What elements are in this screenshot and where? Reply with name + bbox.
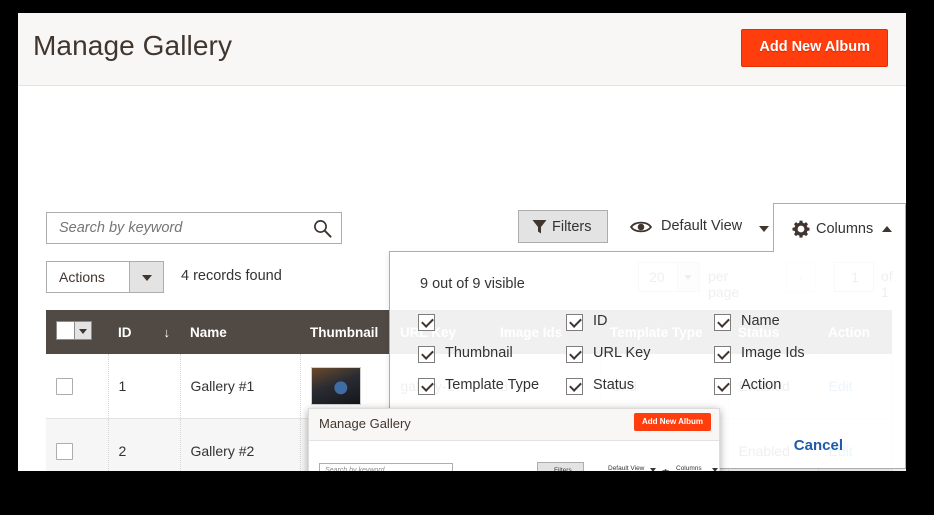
sort-desc-icon: ↓ <box>163 324 171 340</box>
inset-add-new-album-button[interactable]: Add New Album <box>633 413 711 431</box>
gear-icon <box>792 220 810 243</box>
inset-page-header: Manage Gallery Add New Album <box>309 409 719 441</box>
screenshot-root: Manage Gallery Add New Album Actions 4 r… <box>0 0 934 515</box>
columns-column-1: Thumbnail Template Type <box>418 312 578 408</box>
checkbox-checked-icon[interactable] <box>566 314 583 331</box>
cancel-link[interactable]: Cancel <box>794 437 843 454</box>
column-toggle-thumbnail[interactable]: Thumbnail <box>418 344 578 376</box>
header-id[interactable]: ID ↓ <box>108 310 180 354</box>
columns-column-3: Name Image Ids Action <box>714 312 874 408</box>
row-checkbox[interactable] <box>56 377 73 395</box>
content-area: Actions 4 records found Filters Default … <box>18 86 906 471</box>
column-toggle-name[interactable]: Name <box>714 312 874 344</box>
column-toggle-blank[interactable] <box>418 312 578 344</box>
actions-caret-box[interactable] <box>129 262 163 292</box>
filters-button[interactable]: Filters <box>518 210 608 243</box>
page-title: Manage Gallery <box>33 30 233 61</box>
checkbox-checked-icon[interactable] <box>566 378 583 395</box>
funnel-icon <box>544 467 552 471</box>
row-name: Gallery #1 <box>180 354 301 419</box>
row-id: 2 <box>108 418 181 471</box>
search-input[interactable] <box>59 213 304 243</box>
add-new-album-button[interactable]: Add New Album <box>741 29 888 67</box>
eye-icon <box>629 220 653 239</box>
checkbox-checked-icon[interactable] <box>714 314 731 331</box>
inset-default-view-control[interactable]: Default View <box>593 465 656 471</box>
filters-label: Filters <box>552 219 592 235</box>
column-toggle-template-type[interactable]: Template Type <box>418 376 578 408</box>
chevron-down-icon <box>142 275 152 281</box>
inset-preview-screenshot: Manage Gallery Add New Album Search by k… <box>308 408 720 471</box>
app-panel: Manage Gallery Add New Album Actions 4 r… <box>18 13 906 471</box>
column-toggle-status[interactable]: Status <box>566 376 726 408</box>
column-toggle-image-ids[interactable]: Image Ids <box>714 344 874 376</box>
columns-column-2: ID URL Key Status <box>566 312 726 408</box>
column-toggle-action[interactable]: Action <box>714 376 874 408</box>
page-header: Manage Gallery Add New Album <box>18 13 906 86</box>
checkbox-checked-icon[interactable] <box>566 346 583 363</box>
inset-filters-label: Filters <box>554 467 572 471</box>
columns-button[interactable]: Columns <box>773 203 906 252</box>
columns-visible-count: 9 out of 9 visible <box>420 276 525 292</box>
column-toggle-label: ID <box>593 313 608 329</box>
search-icon <box>439 467 448 471</box>
column-toggle-label: Template Type <box>445 377 540 393</box>
inset-default-view-label: Default View <box>608 465 645 471</box>
column-toggle-label: Name <box>741 313 780 329</box>
checkbox-checked-icon[interactable] <box>418 378 435 395</box>
row-checkbox[interactable] <box>56 442 73 460</box>
inset-columns-label: Columns <box>676 465 702 471</box>
columns-label: Columns <box>816 221 874 237</box>
chevron-down-icon <box>650 468 656 471</box>
search-box[interactable] <box>46 212 342 244</box>
column-toggle-label: Image Ids <box>741 345 805 361</box>
select-all-caret-box[interactable] <box>74 322 91 339</box>
inset-content-area: Search by keyword Actions 4 records foun… <box>309 441 719 471</box>
checkbox-checked-icon[interactable] <box>714 378 731 395</box>
inset-search-placeholder: Search by keyword <box>325 467 385 471</box>
header-id-label: ID <box>118 324 132 340</box>
select-all-dropdown[interactable] <box>56 321 92 340</box>
column-toggle-id[interactable]: ID <box>566 312 726 344</box>
chevron-down-icon <box>79 329 87 334</box>
checkbox-checked-icon[interactable] <box>714 346 731 363</box>
row-checkbox-cell[interactable] <box>46 354 109 419</box>
inset-search-box[interactable]: Search by keyword <box>319 463 453 471</box>
header-thumbnail[interactable]: Thumbnail <box>300 310 390 354</box>
inset-page-title: Manage Gallery <box>319 416 411 431</box>
checkbox-checked-icon[interactable] <box>418 346 435 363</box>
header-select-all[interactable] <box>46 310 108 354</box>
inset-filters-button[interactable]: Filters <box>537 462 584 471</box>
checkbox-checked-icon[interactable] <box>418 314 435 331</box>
row-checkbox-cell[interactable] <box>46 418 109 471</box>
row-name: Gallery #2 <box>180 418 301 471</box>
chevron-down-icon <box>712 468 718 471</box>
column-toggle-label: URL Key <box>593 345 651 361</box>
default-view-label: Default View <box>661 218 743 234</box>
funnel-icon <box>532 219 547 240</box>
row-id: 1 <box>108 354 181 419</box>
search-icon[interactable] <box>313 219 332 238</box>
column-toggle-label: Thumbnail <box>445 345 513 361</box>
chevron-down-icon <box>759 226 769 232</box>
column-toggle-label: Action <box>741 377 782 393</box>
actions-label: Actions <box>59 269 105 285</box>
gallery-thumbnail-image <box>310 367 361 405</box>
eye-icon <box>593 465 604 471</box>
column-toggle-url-key[interactable]: URL Key <box>566 344 726 376</box>
header-name[interactable]: Name <box>180 310 300 354</box>
column-toggle-label: Status <box>593 377 635 393</box>
chevron-up-icon <box>882 226 892 232</box>
records-found-label: 4 records found <box>181 268 282 284</box>
actions-select[interactable]: Actions <box>46 261 164 293</box>
inset-columns-button[interactable]: Columns <box>661 465 718 471</box>
gear-icon <box>661 465 670 471</box>
